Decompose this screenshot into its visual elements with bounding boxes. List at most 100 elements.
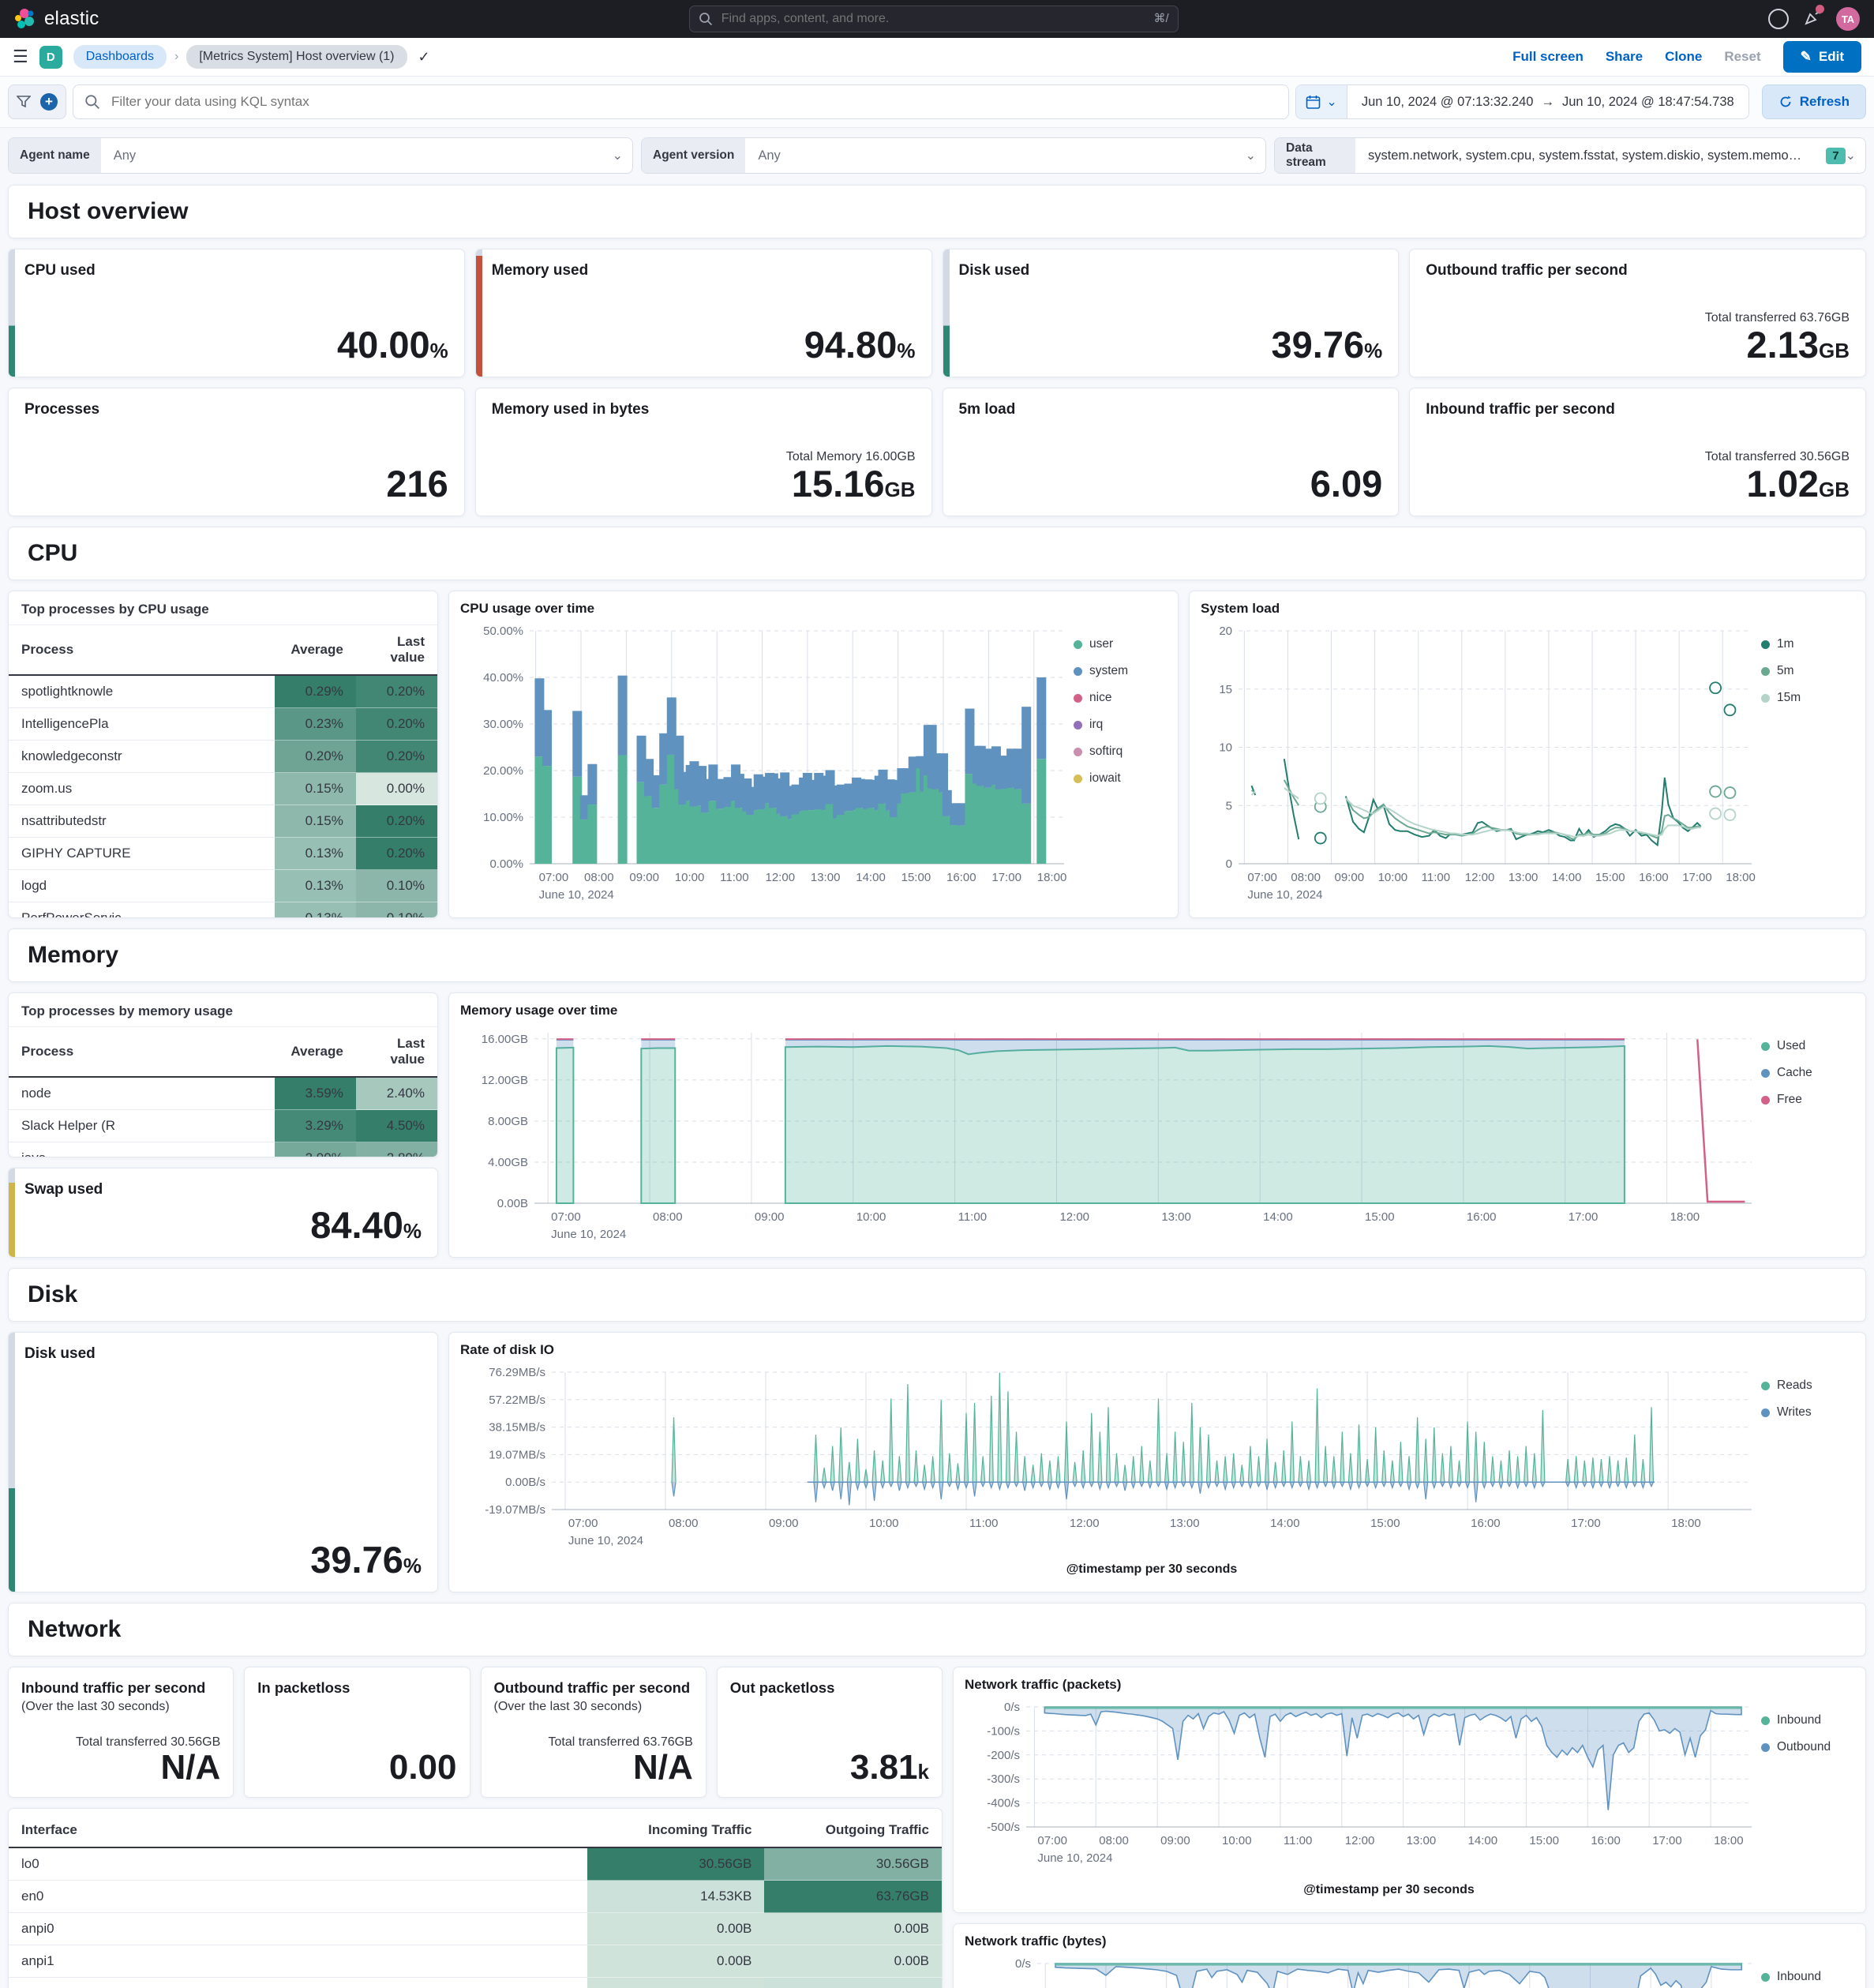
clone-button[interactable]: Clone: [1665, 49, 1702, 65]
global-search[interactable]: ⌘/: [688, 6, 1179, 32]
process-cell: ap1: [9, 1977, 587, 1988]
agent-name-filter[interactable]: Agent name Any ⌄: [8, 137, 633, 174]
column-header[interactable]: Interface: [9, 1814, 587, 1848]
column-header[interactable]: Last value: [355, 1027, 437, 1078]
legend-item[interactable]: Cache: [1761, 1066, 1854, 1080]
svg-text:13:00: 13:00: [1407, 1834, 1437, 1847]
global-search-input[interactable]: [688, 6, 1179, 32]
add-filter-icon[interactable]: +: [40, 93, 58, 111]
kpi-title: In packetloss: [257, 1679, 350, 1696]
network-bytes-chart[interactable]: 07:0008:0009:0010:0011:0012:0013:0014:00…: [965, 1956, 1761, 1988]
average-cell: 0.00B: [587, 1945, 765, 1978]
full-screen-button[interactable]: Full screen: [1512, 49, 1584, 65]
disk-io-chart[interactable]: 07:00 08:00 09:00 10:00 11:00 12:00 13:00 14:00…: [460, 1364, 1761, 1582]
menu-icon[interactable]: ☰: [13, 47, 28, 67]
legend-item[interactable]: user: [1074, 637, 1167, 651]
legend-item[interactable]: softirq: [1074, 745, 1167, 759]
kpi-card: Processes 216: [8, 388, 465, 516]
legend-item[interactable]: Used: [1761, 1039, 1854, 1053]
svg-text:14:00: 14:00: [1263, 1210, 1293, 1224]
process-cell: logd: [9, 869, 275, 902]
kpi-title: Memory used in bytes: [491, 401, 650, 418]
process-cell: PerfPowerServic: [9, 902, 275, 917]
process-cell: lo0: [9, 1847, 587, 1881]
column-header[interactable]: Average: [274, 1027, 356, 1078]
memory-usage-chart[interactable]: 07:00 08:00 09:00 10:00 11:00 12:00 13:00 14:00…: [460, 1025, 1761, 1247]
last-value-cell: 0.20%: [355, 805, 437, 838]
average-cell: 0.20%: [274, 740, 356, 773]
system-load-chart[interactable]: 07:00 08:00 09:00 10:00 11:00 12:00 13:00 14:00…: [1201, 623, 1761, 908]
legend-item[interactable]: nice: [1074, 691, 1167, 705]
column-header[interactable]: Incoming Traffic: [587, 1814, 765, 1848]
chevron-down-icon: ⌄: [1326, 96, 1337, 109]
agent-version-label: Agent version: [642, 138, 746, 173]
cpu-usage-chart[interactable]: 07:00 08:00 09:00 10:00 11:00 12:00 13:00 14:00…: [460, 623, 1074, 908]
legend-label: system: [1089, 664, 1129, 677]
legend-item[interactable]: Inbound: [1761, 1970, 1854, 1984]
kpi-card: Outbound traffic per second (Over the las…: [480, 1667, 706, 1798]
breadcrumb-dashboards[interactable]: Dashboards: [73, 45, 167, 69]
svg-text:14:00: 14:00: [1468, 1834, 1498, 1847]
kpi-value: 94.80%: [804, 323, 916, 366]
date-range[interactable]: Jun 10, 2024 @ 07:13:32.240 → Jun 10, 20…: [1347, 85, 1748, 118]
legend-item[interactable]: Free: [1761, 1093, 1854, 1107]
table-row: ap10.00B16.35MB: [9, 1977, 942, 1988]
svg-text:-200/s: -200/s: [987, 1749, 1020, 1762]
legend-label: Inbound: [1777, 1713, 1822, 1727]
svg-text:-500/s: -500/s: [987, 1821, 1020, 1834]
help-icon[interactable]: [1768, 9, 1789, 29]
legend-item[interactable]: irq: [1074, 718, 1167, 732]
date-to[interactable]: Jun 10, 2024 @ 18:47:54.738: [1562, 95, 1734, 110]
top-app-bar: elastic ⌘/ TA: [0, 0, 1874, 38]
edit-button[interactable]: ✎ Edit: [1782, 41, 1861, 73]
agent-version-filter[interactable]: Agent version Any ⌄: [641, 137, 1266, 174]
column-header[interactable]: Outgoing Traffic: [764, 1814, 942, 1848]
kql-filter-input[interactable]: [73, 84, 1290, 119]
svg-text:17:00: 17:00: [1571, 1517, 1601, 1530]
kpi-value: 40.00%: [337, 323, 448, 366]
legend-item[interactable]: 5m: [1761, 664, 1854, 678]
legend-item[interactable]: Writes: [1761, 1405, 1854, 1420]
date-from[interactable]: Jun 10, 2024 @ 07:13:32.240: [1362, 95, 1534, 110]
news-icon[interactable]: [1803, 4, 1824, 31]
column-header[interactable]: Process: [9, 625, 275, 676]
share-button[interactable]: Share: [1606, 49, 1643, 65]
legend-item[interactable]: Outbound: [1761, 1740, 1854, 1754]
dashboard-badge[interactable]: D: [39, 45, 62, 69]
reset-button[interactable]: Reset: [1724, 49, 1760, 65]
kpi-value: 39.76%: [310, 1538, 422, 1581]
legend-item[interactable]: Inbound: [1761, 1713, 1854, 1727]
legend-item[interactable]: 1m: [1761, 637, 1854, 651]
panel-title: System load: [1201, 601, 1280, 616]
legend-item[interactable]: Reads: [1761, 1378, 1854, 1393]
calendar-button[interactable]: ⌄: [1296, 85, 1347, 118]
legend-label: Free: [1777, 1093, 1802, 1106]
legend-item[interactable]: system: [1074, 664, 1167, 678]
refresh-button[interactable]: Refresh: [1761, 84, 1866, 119]
legend-dot-icon: [1761, 640, 1770, 649]
checkmark-icon[interactable]: ✓: [418, 49, 430, 66]
legend-item[interactable]: iowait: [1074, 771, 1167, 786]
legend-dot-icon: [1761, 1408, 1770, 1417]
column-header[interactable]: Average: [274, 625, 356, 676]
calendar-icon: [1306, 95, 1321, 109]
query-bar: + ⌄ Jun 10, 2024 @ 07:13:32.240 → Jun 10…: [0, 77, 1874, 128]
column-header[interactable]: Process: [9, 1027, 275, 1078]
legend-label: user: [1089, 637, 1114, 651]
system-load-legend: 1m 5m 15m: [1761, 623, 1854, 908]
elastic-logo[interactable]: elastic: [14, 8, 99, 30]
cpu-section-title: CPU: [8, 527, 1866, 580]
table-row: zoom.us 0.15% 0.00%: [9, 772, 437, 805]
svg-text:16.00GB: 16.00GB: [482, 1033, 528, 1046]
avatar[interactable]: TA: [1836, 7, 1860, 31]
network-packets-chart[interactable]: 07:00 08:00 09:00 10:00 11:00 12:00 13:00 14:00…: [965, 1699, 1761, 1903]
refresh-icon: [1780, 96, 1791, 107]
legend-dot-icon: [1761, 693, 1770, 703]
data-stream-filter[interactable]: Data stream system.network, system.cpu, …: [1274, 137, 1866, 174]
kql-filter[interactable]: [73, 84, 1290, 119]
legend-item[interactable]: 15m: [1761, 691, 1854, 705]
column-header[interactable]: Last value: [355, 625, 437, 676]
table-row: anpi1 0.00B 0.00B: [9, 1945, 942, 1978]
filter-funnel-icon[interactable]: [17, 96, 31, 108]
interface-table-panel: Interface Incoming Traffic Outgoing Traffi…: [8, 1808, 943, 1988]
